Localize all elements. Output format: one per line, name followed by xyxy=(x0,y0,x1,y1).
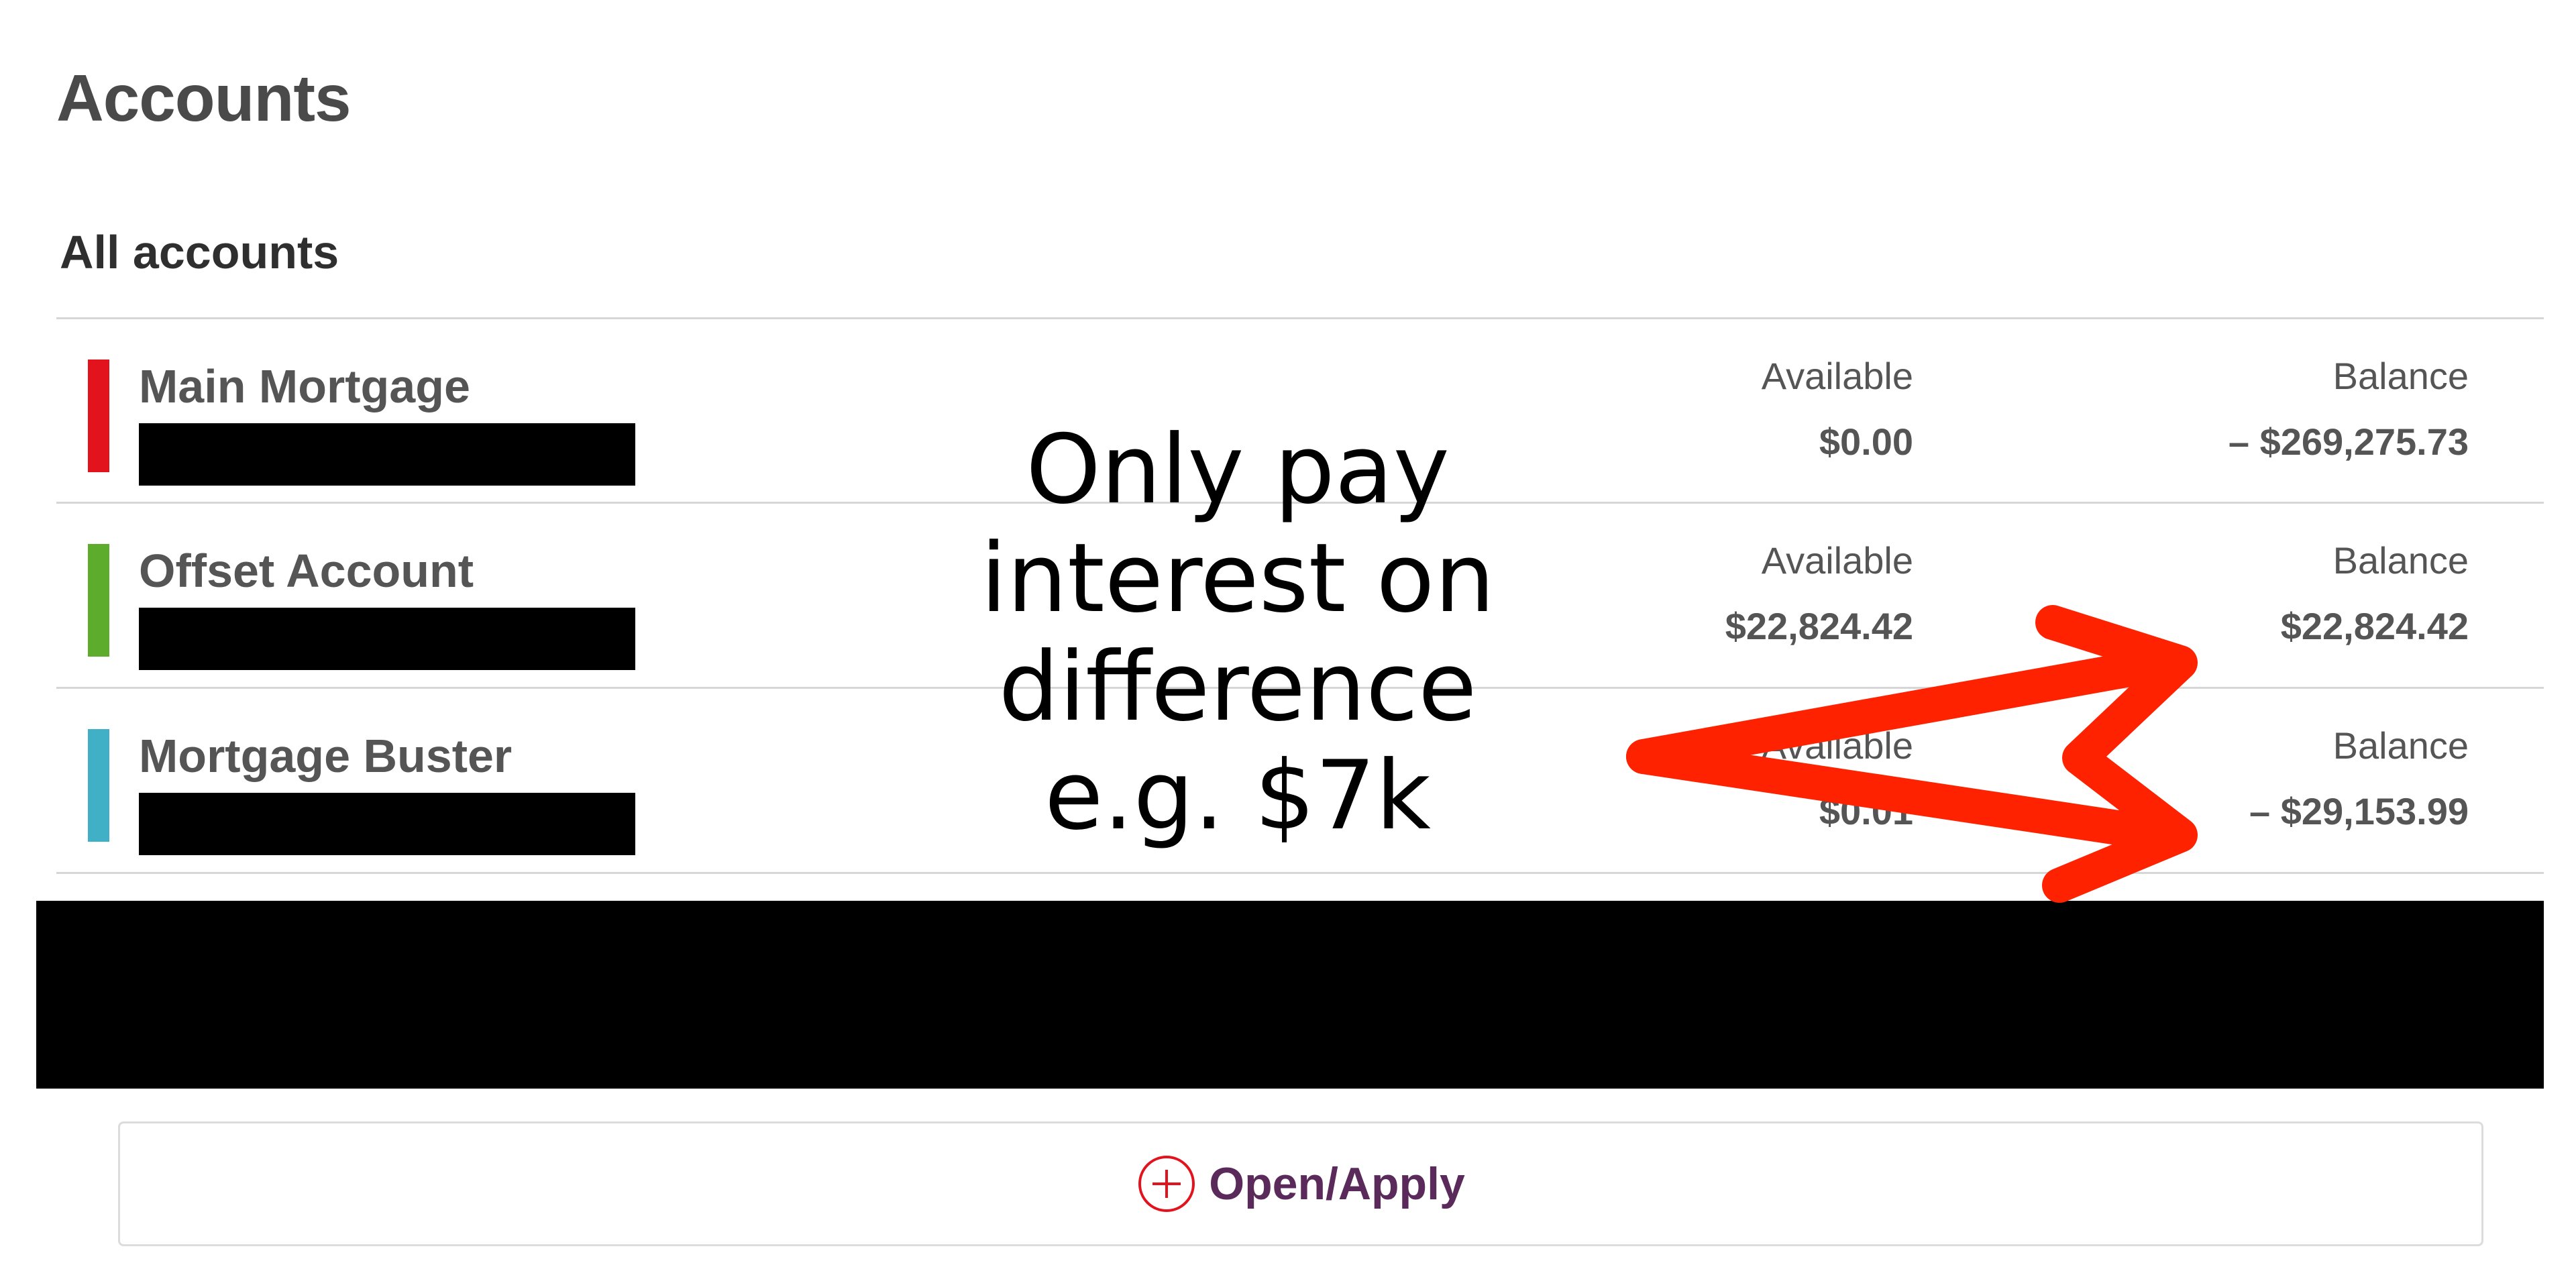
open-apply-button[interactable]: Open/Apply xyxy=(118,1121,2483,1246)
available-value: $22,824.42 xyxy=(1725,605,1913,647)
open-apply-label: Open/Apply xyxy=(1209,1158,1465,1209)
redacted-account-number xyxy=(139,608,635,670)
balance-value: – $29,153.99 xyxy=(2249,790,2469,832)
annotation-text: Only pay interest on difference e.g. $7k xyxy=(980,415,1495,851)
balance-value: $22,824.42 xyxy=(2280,605,2469,647)
open-apply-content: Open/Apply xyxy=(120,1154,2481,1214)
account-color-strip xyxy=(88,729,109,842)
balance-value: – $269,275.73 xyxy=(2228,421,2469,463)
balance-label: Balance xyxy=(2332,355,2469,397)
balance-label: Balance xyxy=(2332,724,2469,767)
balance-label: Balance xyxy=(2332,539,2469,582)
available-label: Available xyxy=(1761,539,1913,582)
redacted-account-number xyxy=(139,423,635,486)
accounts-page: Accounts All accounts Main Mortgage Avai… xyxy=(0,0,2576,1267)
account-name: Main Mortgage xyxy=(139,360,470,412)
available-value: $0.00 xyxy=(1819,421,1913,463)
available-label: Available xyxy=(1761,355,1913,397)
redacted-block xyxy=(36,901,2544,1089)
divider xyxy=(56,872,2544,874)
section-title: All accounts xyxy=(60,226,339,278)
available-label: Available xyxy=(1761,724,1913,767)
account-color-strip xyxy=(88,544,109,657)
available-value: $0.01 xyxy=(1819,790,1913,832)
account-name: Mortgage Buster xyxy=(139,730,513,782)
account-color-strip xyxy=(88,360,109,472)
page-title: Accounts xyxy=(56,61,352,135)
redacted-account-number xyxy=(139,793,635,855)
plus-circle-icon xyxy=(1138,1156,1195,1212)
account-name: Offset Account xyxy=(139,545,474,597)
